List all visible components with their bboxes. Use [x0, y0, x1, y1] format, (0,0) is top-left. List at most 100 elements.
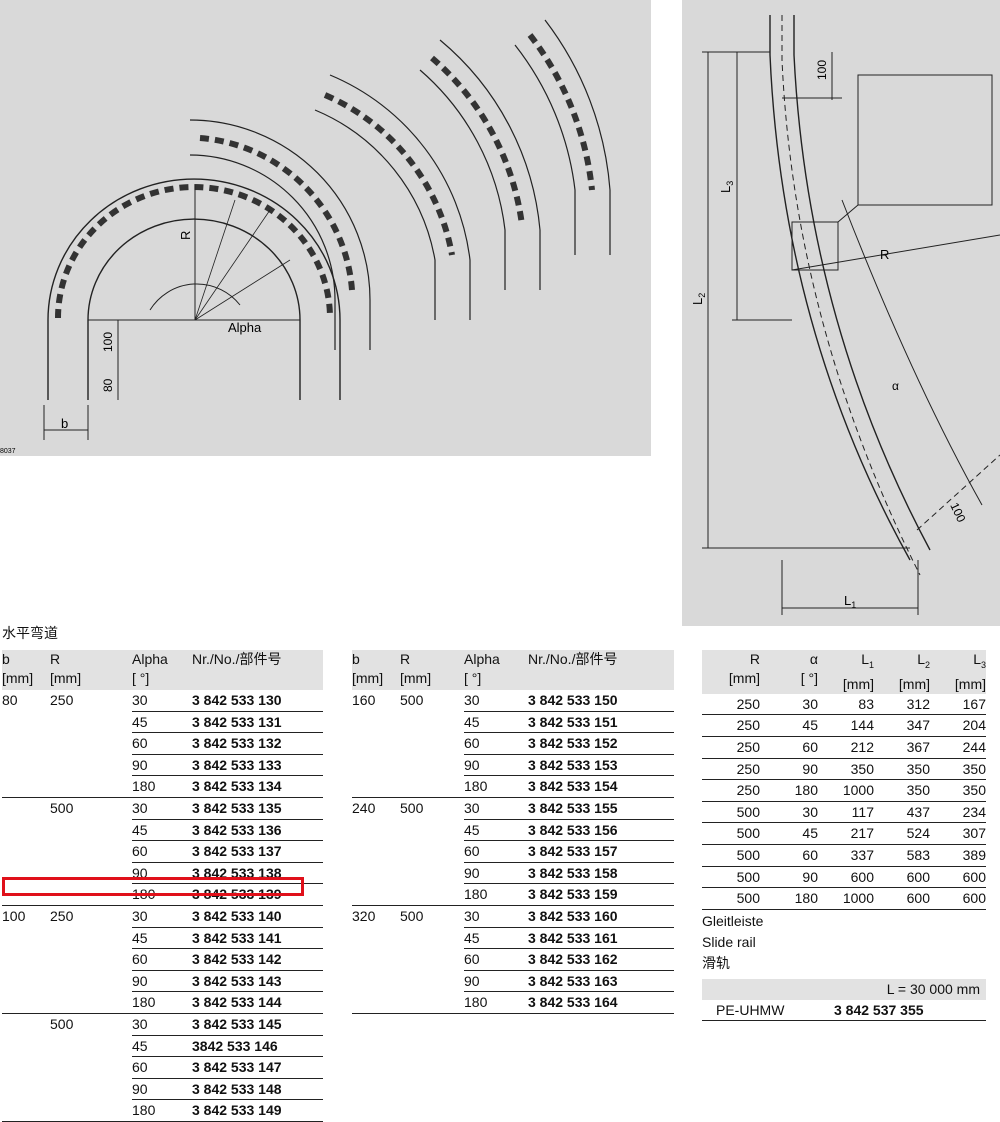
dim-cell: 244 [930, 736, 986, 759]
dim-cell: 350 [874, 758, 930, 781]
col-r-header: R [mm] [400, 650, 464, 690]
cell-r: 500 [50, 800, 74, 817]
slide-rail-cn: 滑轨 [702, 955, 730, 971]
cell-alpha: 60 [464, 840, 528, 863]
dim-100-top: 100 [815, 60, 829, 80]
cell-part-number: 3 842 533 152 [528, 732, 674, 755]
table-row: 60 3 842 533 157 [352, 840, 674, 863]
cell-b [2, 733, 50, 755]
cell-alpha: 30 [132, 690, 192, 712]
cell-part-number: 3 842 533 148 [192, 1078, 323, 1101]
cell-part-number: 3 842 533 145 [192, 1013, 323, 1036]
dim-col-header: L3 [mm] [930, 650, 986, 694]
dim-b-label: b [61, 416, 68, 431]
cell-alpha: 180 [132, 991, 192, 1014]
dim-cell: 30 [760, 801, 818, 824]
cell-b [2, 949, 50, 971]
cell-b [352, 883, 400, 906]
cell-r [400, 949, 464, 971]
cell-r: 500 [50, 1016, 74, 1033]
cell-part-number: 3 842 533 144 [192, 991, 323, 1014]
cell-b [352, 775, 400, 798]
slide-rail-material: PE-UHMW [716, 1002, 785, 1018]
slide-rail-labels: Gleitleiste Slide rail 滑轨 [702, 911, 763, 974]
cell-alpha: 180 [132, 1099, 192, 1122]
dim-cell: 600 [874, 887, 930, 910]
table-row: 500 60 337 583 389 [702, 844, 986, 867]
r-label: R [880, 247, 889, 262]
dim-cell: 167 [930, 693, 986, 716]
dim-cell: 234 [930, 801, 986, 824]
section-title: 水平弯道 [2, 625, 58, 641]
table-row: 180 3 842 533 144 [2, 991, 323, 1014]
table-row: 500 30 3 842 533 145 [2, 1013, 323, 1036]
cell-r [400, 970, 464, 992]
dim-cell: 1000 [818, 779, 874, 802]
cell-alpha: 45 [464, 927, 528, 950]
cell-r [400, 991, 464, 1014]
cell-alpha: 180 [464, 991, 528, 1014]
dim-cell: 350 [930, 758, 986, 781]
dim-cell: 117 [818, 801, 874, 824]
cell-b [2, 1035, 50, 1057]
cell-r: 250 [50, 692, 74, 709]
slide-rail-de: Gleitleiste [702, 913, 764, 929]
cell-alpha: 45 [132, 711, 192, 734]
dim-100-bottom: 100 [947, 500, 968, 524]
cell-b: 320 [352, 908, 376, 925]
cell-b [2, 711, 50, 733]
cell-part-number: 3 842 533 136 [192, 819, 323, 842]
col-nr-header: Nr./No./部件号 [192, 650, 323, 690]
dim-cell: 600 [874, 866, 930, 889]
table-row: 100 250 30 3 842 533 140 [2, 905, 323, 928]
dim-col-header: R [mm] [702, 650, 760, 694]
cell-part-number: 3 842 533 151 [528, 711, 674, 734]
dim-cell: 389 [930, 844, 986, 867]
table-row: 180 3 842 533 164 [352, 991, 674, 1014]
l1-label: L1 [844, 593, 856, 610]
cell-part-number: 3 842 533 142 [192, 948, 323, 971]
cell-b [352, 733, 400, 755]
cell-part-number: 3 842 533 135 [192, 797, 323, 820]
cell-part-number: 3 842 533 158 [528, 862, 674, 885]
cell-r [50, 970, 132, 992]
dim-cell: 60 [760, 736, 818, 759]
cell-alpha: 60 [132, 840, 192, 863]
cell-b [352, 927, 400, 949]
cell-r [50, 949, 132, 971]
cell-r [400, 927, 464, 949]
table-row: 90 3 842 533 133 [2, 754, 323, 777]
table-row: 500 30 3 842 533 135 [2, 797, 323, 820]
dim-cell: 90 [760, 758, 818, 781]
dim-cell: 307 [930, 822, 986, 845]
table-row: 45 3842 533 146 [2, 1035, 323, 1058]
radius-label: R [178, 231, 193, 240]
parts-table-2: b [mm] R [mm] Alpha[ °] Nr./No./部件号 160 500… [352, 650, 674, 1014]
cell-r [50, 1078, 132, 1100]
cell-r: 500 [400, 692, 424, 709]
dim-cell: 45 [760, 822, 818, 845]
table-row: 60 3 842 533 137 [2, 840, 323, 863]
cell-part-number: 3 842 533 149 [192, 1099, 323, 1122]
curve-drawing-panel: 8037 100 80 b R Alpha [0, 0, 651, 456]
dim-cell: 204 [930, 714, 986, 737]
cell-alpha: 180 [464, 775, 528, 798]
cell-alpha: 30 [132, 905, 192, 928]
cell-b [352, 819, 400, 841]
dim-cell: 437 [874, 801, 930, 824]
cell-alpha: 180 [132, 775, 192, 798]
cell-r: 250 [50, 908, 74, 925]
cell-b [352, 970, 400, 992]
cell-part-number: 3 842 533 130 [192, 690, 323, 712]
cell-part-number: 3 842 533 164 [528, 991, 674, 1014]
cell-r [400, 754, 464, 776]
cell-part-number: 3 842 533 137 [192, 840, 323, 863]
cell-b: 100 [2, 908, 26, 925]
cell-alpha: 60 [132, 1056, 192, 1079]
slide-rail-en: Slide rail [702, 934, 756, 950]
cell-part-number: 3 842 533 141 [192, 927, 323, 950]
dim-col-header: α[ °] [760, 650, 818, 694]
cell-b [2, 819, 50, 841]
dim-cell: 250 [702, 714, 760, 737]
table-row: 500 45 217 524 307 [702, 822, 986, 845]
